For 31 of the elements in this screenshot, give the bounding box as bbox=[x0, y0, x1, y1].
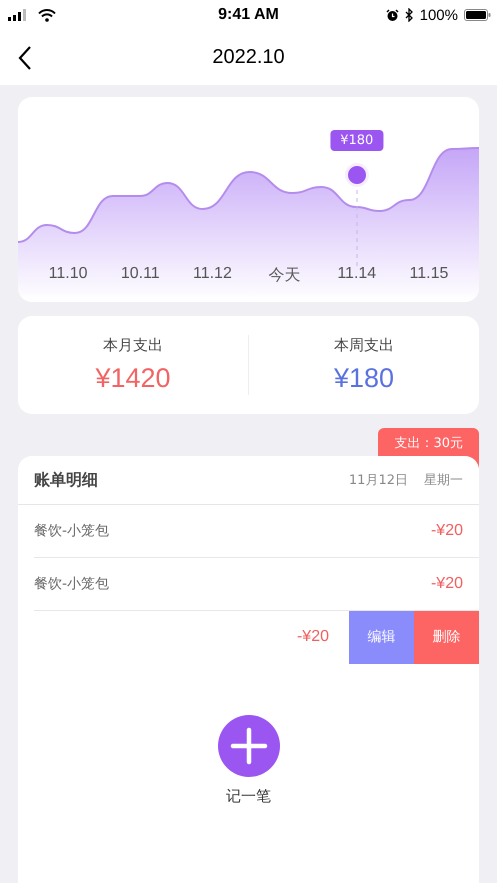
axis-label: 11.15 bbox=[410, 265, 448, 284]
stat-value: ¥180 bbox=[334, 363, 394, 394]
axis-label: 今天 bbox=[268, 266, 301, 286]
back-icon[interactable] bbox=[18, 44, 32, 70]
axis-label: 10.11 bbox=[120, 265, 160, 284]
row-action-button[interactable]: 编辑 bbox=[349, 610, 414, 664]
alarm-icon bbox=[386, 8, 399, 22]
battery-percent: 100% bbox=[420, 6, 458, 24]
bluetooth-icon bbox=[404, 8, 414, 22]
wifi-icon bbox=[38, 8, 56, 22]
stat-value: ¥1420 bbox=[95, 363, 171, 394]
add-label: 记一笔 bbox=[226, 787, 271, 806]
status-time: 9:41 AM bbox=[217, 6, 280, 24]
stat-label: 本周支出 bbox=[334, 336, 394, 355]
battery-icon bbox=[464, 9, 491, 21]
bill-date: 11月12日 bbox=[348, 472, 408, 489]
axis-label: 11.10 bbox=[48, 265, 88, 284]
bill-item-name: 餐饮-小笼包 bbox=[34, 522, 110, 540]
stat-label: 本月支出 bbox=[103, 336, 163, 355]
value-tooltip: ¥180 bbox=[330, 130, 384, 151]
row-action-button[interactable]: 删除 bbox=[414, 610, 479, 664]
bill-weekday: 星期一 bbox=[424, 472, 463, 489]
bill-item-amount: -¥20 bbox=[430, 575, 463, 593]
section-title: 账单明细 bbox=[34, 470, 99, 490]
bill-item-name: 餐饮-小笼包 bbox=[34, 575, 110, 593]
bill-item-amount: -¥20 bbox=[296, 628, 329, 646]
axis-label: 11.12 bbox=[193, 265, 232, 284]
page-title: 2022.10 bbox=[211, 46, 286, 69]
bill-item-amount: -¥20 bbox=[430, 522, 463, 540]
axis-label: 11.14 bbox=[337, 265, 376, 284]
add-button[interactable] bbox=[218, 715, 280, 777]
